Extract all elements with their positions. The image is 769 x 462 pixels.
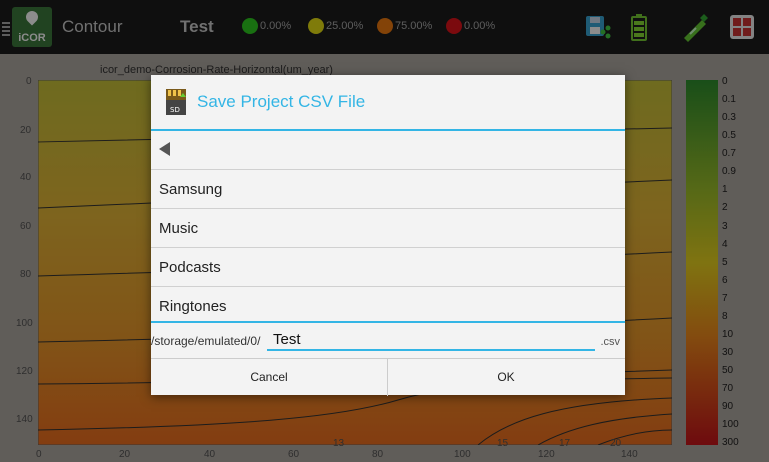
folder-label: Music xyxy=(159,220,199,237)
folder-item[interactable]: Samsung xyxy=(151,170,625,209)
folder-item[interactable]: Ringtones xyxy=(151,287,625,325)
back-arrow-icon[interactable] xyxy=(159,142,170,156)
folder-label: Ringtones xyxy=(159,298,227,315)
dialog-title: Save Project CSV File xyxy=(197,92,366,111)
back-button-row[interactable] xyxy=(151,131,625,170)
folder-item[interactable]: Podcasts xyxy=(151,248,625,287)
ok-button[interactable]: OK xyxy=(388,359,624,396)
dialog-header: SD Save Project CSV File xyxy=(151,75,625,131)
file-extension: .csv xyxy=(600,336,620,348)
svg-text:SD: SD xyxy=(170,106,180,114)
dialog-buttons: Cancel OK xyxy=(151,358,625,396)
sd-card-icon: SD xyxy=(166,89,186,115)
filename-row: /storage/emulated/0/ .csv xyxy=(151,321,625,359)
folder-label: Podcasts xyxy=(159,259,221,276)
save-csv-dialog: SD Save Project CSV File Samsung Music P… xyxy=(151,75,625,396)
cancel-button[interactable]: Cancel xyxy=(151,359,388,396)
folder-label: Samsung xyxy=(159,181,223,198)
folder-item[interactable]: Music xyxy=(151,209,625,248)
path-prefix: /storage/emulated/0/ xyxy=(151,334,261,348)
filename-input[interactable] xyxy=(267,329,595,351)
